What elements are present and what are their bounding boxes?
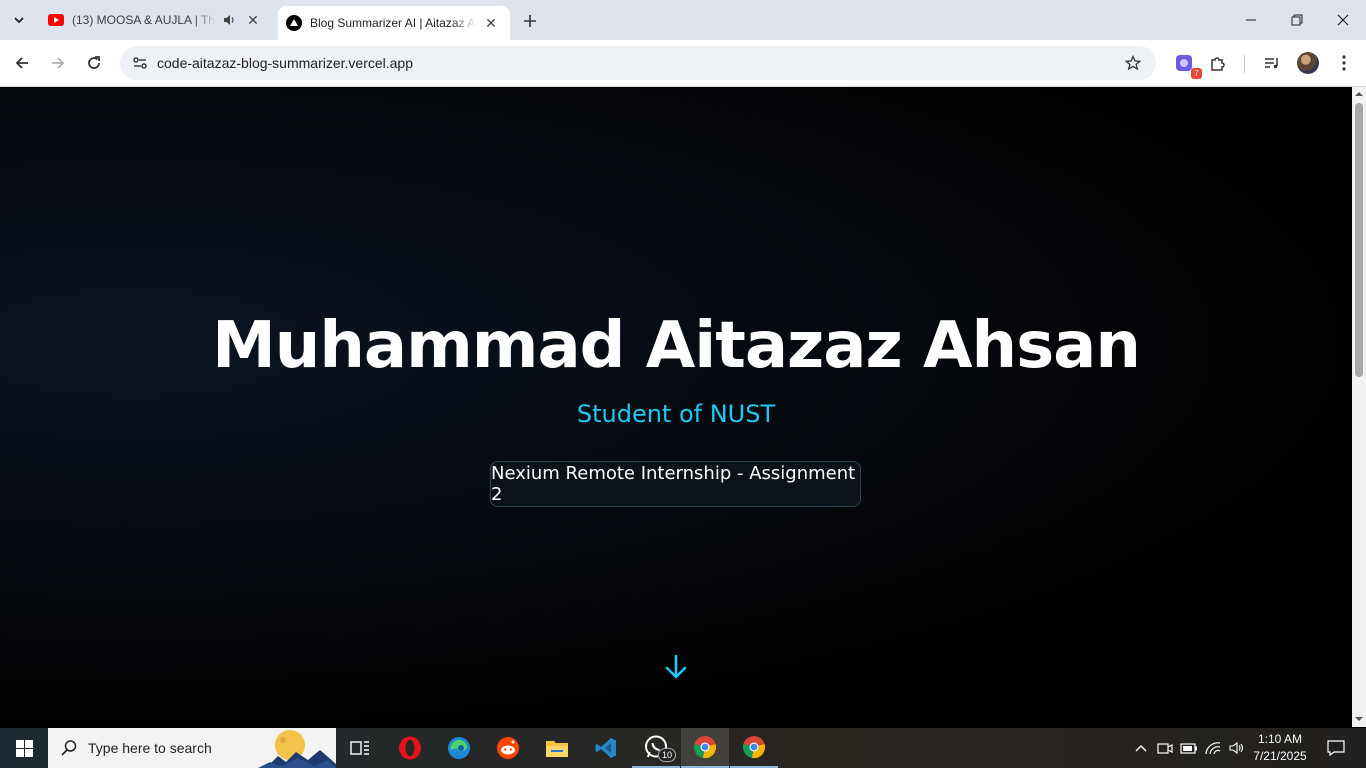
search-icon — [61, 740, 77, 756]
windows-logo-icon — [15, 739, 33, 757]
tab-strip: (13) MOOSA & AUJLA | The ✕ Blog Summariz… — [0, 0, 1366, 40]
file-explorer-app[interactable] — [533, 728, 581, 768]
volume-button[interactable] — [1226, 728, 1248, 768]
notifications-button[interactable] — [1316, 728, 1356, 768]
close-tab-icon[interactable]: ✕ — [482, 14, 500, 32]
arrow-left-icon — [15, 57, 28, 69]
kebab-menu-icon — [1342, 55, 1346, 71]
extensions-button[interactable] — [1204, 49, 1232, 77]
scroll-up-arrow-icon[interactable] — [1355, 90, 1363, 98]
chrome-icon — [694, 736, 716, 759]
reload-button[interactable] — [80, 49, 108, 77]
tab-youtube[interactable]: (13) MOOSA & AUJLA | The ✕ — [40, 0, 272, 40]
camera-icon — [1157, 743, 1173, 754]
task-view-icon — [350, 741, 369, 755]
close-window-button[interactable] — [1320, 0, 1366, 40]
search-highlight-icon — [258, 728, 336, 768]
back-button[interactable] — [8, 49, 36, 77]
forward-button[interactable] — [44, 49, 72, 77]
bookmark-star-icon[interactable] — [1122, 52, 1144, 74]
vscode-app[interactable] — [582, 728, 630, 768]
vscode-icon — [595, 738, 616, 758]
restore-button[interactable] — [1274, 0, 1320, 40]
url-text[interactable]: code-aitazaz-blog-summarizer.vercel.app — [157, 55, 413, 71]
scrollbar-thumb[interactable] — [1355, 103, 1363, 377]
youtube-icon — [48, 12, 64, 28]
show-hidden-icons-button[interactable] — [1130, 728, 1152, 768]
reddit-icon — [497, 737, 519, 759]
toolbar-divider — [1244, 55, 1245, 73]
system-clock[interactable]: 1:10 AM 7/21/2025 — [1250, 731, 1310, 765]
media-control-button[interactable] — [1258, 49, 1286, 77]
network-button[interactable] — [1202, 728, 1224, 768]
extension-badge: 7 — [1191, 68, 1202, 79]
arrow-right-icon — [52, 57, 65, 69]
clock-date: 7/21/2025 — [1253, 749, 1307, 763]
tab-title: (13) MOOSA & AUJLA | The — [72, 13, 216, 27]
new-tab-button[interactable] — [518, 9, 542, 33]
battery-button[interactable] — [1178, 728, 1200, 768]
tab-search-button[interactable] — [6, 7, 32, 33]
task-view-button[interactable] — [336, 728, 384, 768]
chevron-down-icon — [14, 17, 24, 24]
reddit-app[interactable] — [484, 728, 532, 768]
speaker-icon[interactable] — [222, 12, 238, 28]
battery-icon — [1180, 743, 1197, 754]
chrome-app-active[interactable] — [681, 728, 729, 768]
address-bar[interactable]: code-aitazaz-blog-summarizer.vercel.app — [120, 46, 1156, 80]
menu-button[interactable] — [1330, 49, 1358, 77]
close-icon — [1337, 14, 1349, 26]
assignment-badge: Nexium Remote Internship - Assignment 2 — [490, 461, 861, 507]
hero-subtitle: Student of NUST — [576, 400, 776, 428]
taskbar-search[interactable]: Type here to search — [48, 728, 336, 768]
search-placeholder: Type here to search — [88, 740, 212, 756]
folder-icon — [546, 741, 568, 757]
meet-now-button[interactable] — [1154, 728, 1176, 768]
puzzle-icon — [1211, 57, 1225, 71]
plus-icon — [524, 15, 536, 27]
windows-taskbar: Type here to search 10 1:10 AM 7/21/2025 — [0, 728, 1366, 768]
close-tab-icon[interactable]: ✕ — [244, 11, 262, 29]
extension-button[interactable]: 7 — [1170, 49, 1202, 79]
whatsapp-badge: 10 — [657, 748, 676, 762]
tab-title: Blog Summarizer AI | Aitazaz Ah — [310, 16, 476, 30]
browser-toolbar: code-aitazaz-blog-summarizer.vercel.app … — [0, 40, 1366, 87]
minimize-icon — [1246, 19, 1256, 21]
whatsapp-app[interactable]: 10 — [632, 728, 680, 768]
opera-icon — [399, 736, 421, 760]
arrow-down-icon[interactable] — [664, 654, 688, 680]
start-button[interactable] — [0, 728, 48, 768]
page-scrollbar[interactable] — [1352, 87, 1366, 727]
scroll-down-arrow-icon[interactable] — [1355, 715, 1363, 723]
hero-name: Muhammad Aitazaz Ahsan — [212, 309, 1141, 383]
vercel-icon — [286, 15, 302, 31]
chrome-icon — [743, 736, 765, 759]
profile-avatar[interactable] — [1297, 52, 1319, 74]
minimize-button[interactable] — [1228, 0, 1274, 40]
edge-icon — [448, 737, 470, 759]
media-queue-icon — [1265, 58, 1278, 69]
notification-icon — [1327, 740, 1345, 756]
restore-icon — [1291, 14, 1303, 26]
site-info-icon[interactable] — [128, 51, 152, 75]
chrome-app-secondary[interactable] — [730, 728, 778, 768]
clock-time: 1:10 AM — [1257, 732, 1303, 746]
speaker-icon — [1229, 741, 1244, 755]
page-hero: Muhammad Aitazaz Ahsan Student of NUST N… — [0, 87, 1352, 727]
chevron-up-icon — [1135, 745, 1147, 752]
wifi-icon — [1205, 742, 1221, 755]
edge-app[interactable] — [435, 728, 483, 768]
opera-app[interactable] — [386, 728, 434, 768]
tab-blog-summarizer[interactable]: Blog Summarizer AI | Aitazaz Ah ✕ — [278, 6, 510, 40]
reload-icon — [88, 56, 100, 69]
